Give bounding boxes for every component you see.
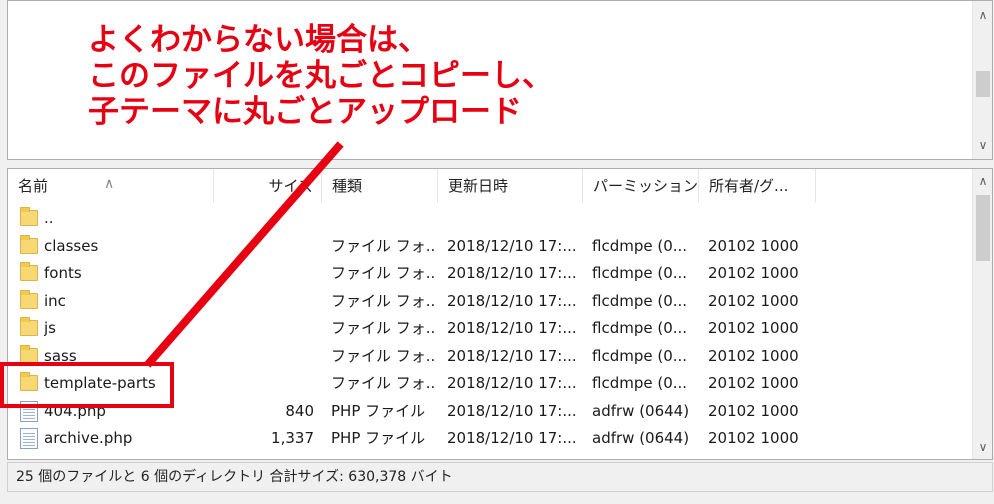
table-row[interactable]: classes ファイル フォ... 2018/12/10 17:... flcdmp… <box>8 233 974 261</box>
cell-modified: 2018/12/10 17:... <box>447 374 577 392</box>
annotation-line-3: 子テーマに丸ごとアップロード <box>88 94 522 130</box>
cell-permission: flcdmpe (0... <box>592 346 688 365</box>
table-row[interactable]: inc ファイル フォ... 2018/12/10 17:... flcdmpe (0… <box>8 288 974 316</box>
cell-modified <box>447 205 581 233</box>
annotation-line-1: よくわからない場合は、 <box>88 22 429 58</box>
cell-modified: 2018/12/10 17:... <box>447 319 577 337</box>
column-header-modified[interactable]: 更新日時 <box>438 169 583 203</box>
file-list: .. classes ファイル フォ... 2018/12/10 17:... flcd… <box>8 205 974 453</box>
folder-icon <box>20 262 38 281</box>
cell-permission: flcdmpe (0... <box>592 236 688 255</box>
cell-name: inc <box>44 291 66 310</box>
cell-size <box>214 370 314 398</box>
cell-owner: 20102 1000 <box>708 236 799 255</box>
file-list-scrollbar[interactable]: ∧ ∨ <box>972 169 992 459</box>
cell-owner <box>708 205 814 233</box>
column-header-name[interactable]: 名前 ∧ <box>8 169 214 203</box>
cell-size: 1,337 <box>271 429 314 447</box>
scroll-thumb[interactable] <box>976 195 990 261</box>
cell-type: ファイル フォ... <box>331 291 436 310</box>
cell-permission: flcdmpe (0... <box>592 291 688 310</box>
cell-owner: 20102 1000 <box>708 346 799 365</box>
cell-modified: 2018/12/10 17:... <box>447 291 577 310</box>
scroll-down-icon[interactable]: ∨ <box>973 437 992 457</box>
file-list-pane[interactable]: 名前 ∧ サイズ 種類 更新日時 パーミッション 所有者/グ... .. clas… <box>7 168 993 460</box>
scroll-up-icon[interactable]: ∧ <box>973 5 993 25</box>
cell-size <box>214 315 314 343</box>
cell-modified: 2018/12/10 17:... <box>447 401 577 420</box>
cell-name: archive.php <box>44 429 133 447</box>
cell-permission: adfrw (0644) <box>592 401 690 420</box>
cell-modified: 2018/12/10 17:... <box>447 429 577 447</box>
folder-icon <box>20 234 38 254</box>
cell-owner: 20102 1000 <box>708 291 799 310</box>
sort-ascending-icon: ∧ <box>104 176 115 192</box>
template-parts-highlight-box <box>0 362 174 408</box>
cell-size <box>214 233 314 261</box>
cell-type: ファイル フォ... <box>331 236 436 255</box>
cell-permission: flcdmpe (0... <box>592 264 688 282</box>
cell-size: 840 <box>285 401 314 420</box>
folder-icon <box>20 317 38 336</box>
annotation-line-2: このファイルを丸ごとコピーし、 <box>88 58 553 94</box>
cell-owner: 20102 1000 <box>708 264 799 282</box>
cell-size <box>214 343 314 371</box>
cell-type: ファイル フォ... <box>331 346 436 365</box>
cell-type <box>331 205 436 233</box>
table-row[interactable]: js ファイル フォ... 2018/12/10 17:... flcdmpe (0.… <box>8 315 974 343</box>
cell-permission: flcdmpe (0... <box>592 319 688 337</box>
status-bar: 25 個のファイルと 6 個のディレクトリ 合計サイズ: 630,378 バイト <box>7 462 993 492</box>
column-header-owner[interactable]: 所有者/グ... <box>699 169 816 203</box>
column-header-size[interactable]: サイズ <box>214 169 322 203</box>
column-header-type[interactable]: 種類 <box>322 169 438 203</box>
cell-permission <box>592 205 697 233</box>
column-header-name-label: 名前 <box>18 177 49 195</box>
annotation-callout: よくわからない場合は、 このファイルを丸ごとコピーし、 子テーマに丸ごとアップロ… <box>88 22 553 130</box>
cell-modified: 2018/12/10 17:... <box>447 264 577 282</box>
cell-modified: 2018/12/10 17:... <box>447 346 577 365</box>
cell-size <box>214 288 314 316</box>
cell-name: fonts <box>44 264 82 282</box>
column-header-row: 名前 ∧ サイズ 種類 更新日時 パーミッション 所有者/グ... <box>8 169 974 203</box>
cell-type: ファイル フォ... <box>331 264 436 282</box>
cell-size <box>214 260 314 288</box>
php-file-icon <box>20 428 38 449</box>
cell-type: ファイル フォ... <box>331 319 436 337</box>
cell-owner: 20102 1000 <box>708 319 799 337</box>
cell-name: .. <box>44 209 54 227</box>
cell-owner: 20102 1000 <box>708 401 799 420</box>
tree-scrollbar[interactable]: ∧ ∨ <box>972 1 992 159</box>
scroll-thumb[interactable] <box>976 71 990 97</box>
scroll-down-icon[interactable]: ∨ <box>973 135 993 155</box>
column-header-permission[interactable]: パーミッション <box>583 169 699 203</box>
cell-owner: 20102 1000 <box>708 374 799 392</box>
cell-name: classes <box>44 236 99 255</box>
cell-size <box>214 205 314 233</box>
cell-type: PHP ファイル <box>331 401 426 420</box>
cell-permission: adfrw (0644) <box>592 429 690 447</box>
table-row[interactable]: .. <box>8 205 974 233</box>
cell-type: ファイル フォ... <box>331 374 436 392</box>
folder-icon <box>20 289 38 309</box>
folder-icon <box>20 207 38 226</box>
cell-type: PHP ファイル <box>331 429 426 447</box>
cell-name: js <box>44 319 56 337</box>
table-row[interactable]: fonts ファイル フォ... 2018/12/10 17:... flcdmpe … <box>8 260 974 288</box>
scroll-up-icon[interactable]: ∧ <box>973 171 992 191</box>
cell-permission: flcdmpe (0... <box>592 374 688 392</box>
table-row[interactable]: archive.php 1,337 PHP ファイル 2018/12/10 17:..… <box>8 425 974 453</box>
cell-owner: 20102 1000 <box>708 429 799 447</box>
cell-modified: 2018/12/10 17:... <box>447 236 577 255</box>
